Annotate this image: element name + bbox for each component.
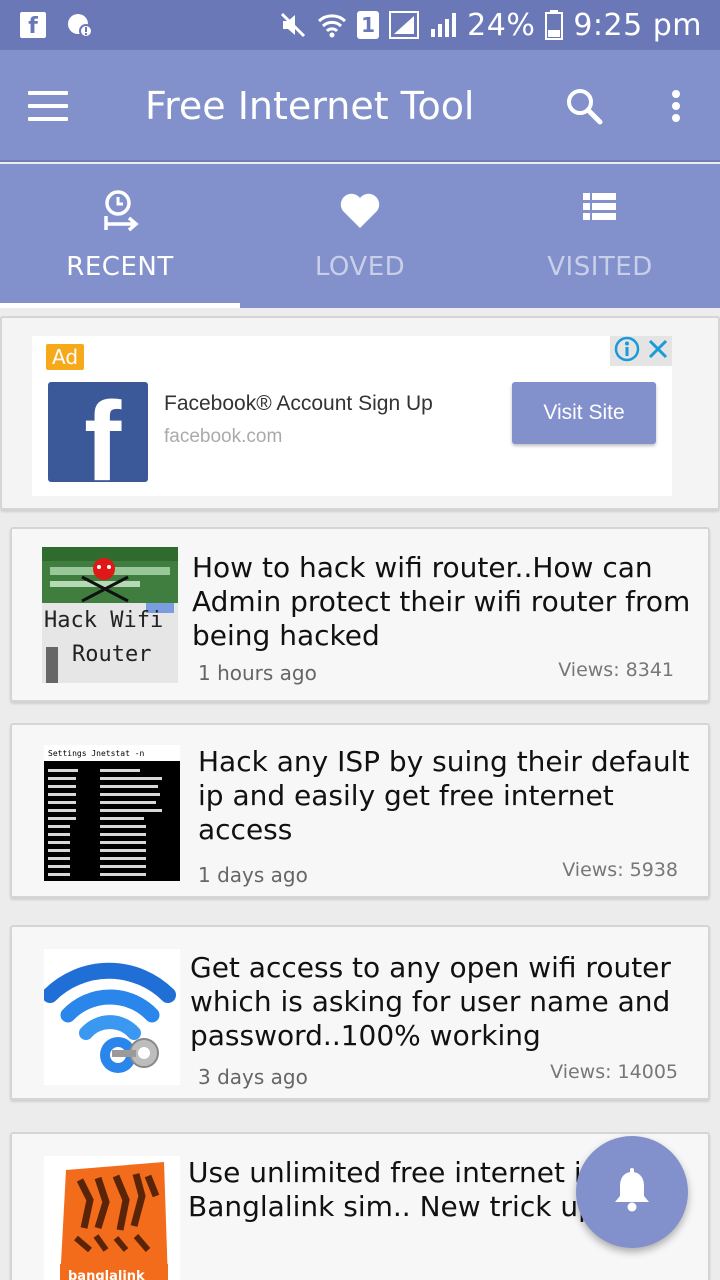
- close-icon[interactable]: [647, 338, 669, 364]
- signal-icon-sim1: [389, 11, 420, 39]
- battery-icon: [545, 10, 564, 40]
- search-icon[interactable]: [564, 86, 604, 126]
- ad-badge: Ad: [46, 344, 85, 370]
- facebook-notification-icon: f: [20, 12, 46, 38]
- visit-site-button[interactable]: Visit Site: [512, 382, 656, 444]
- ad-content[interactable]: Ad f Facebook® Account Sign Up facebook.…: [32, 336, 672, 496]
- bell-icon: [612, 1168, 652, 1216]
- post-time: 1 hours ago: [198, 661, 317, 685]
- notification-settings-icon: [66, 11, 94, 39]
- thumbnail-caption: Settings Jnetstat -n: [48, 749, 145, 758]
- notification-bell-button[interactable]: [576, 1136, 688, 1248]
- tab-loved[interactable]: LOVED: [240, 164, 480, 308]
- sim-slot-icon: 1: [357, 11, 380, 39]
- ad-title[interactable]: Facebook® Account Sign Up: [164, 392, 433, 416]
- post-title[interactable]: How to hack wifi router..How can Admin p…: [192, 551, 690, 653]
- post-time: 3 days ago: [198, 1065, 308, 1089]
- app-bar: Free Internet Tool: [0, 50, 720, 162]
- post-thumbnail: Settings Jnetstat -n: [44, 745, 180, 881]
- thumbnail-caption: Router: [72, 642, 151, 667]
- signal-icon-sim2: [429, 11, 457, 39]
- thumbnail-caption: banglalink: [68, 1269, 145, 1280]
- mute-icon: [279, 11, 307, 39]
- thumbnail-caption: Hack Wifi: [44, 608, 163, 633]
- tab-bar: RECENT LOVED VISITED: [0, 164, 720, 308]
- wifi-icon: [317, 11, 347, 39]
- clock-arrow-icon: [0, 188, 240, 236]
- app-title: Free Internet Tool: [145, 84, 475, 128]
- list-item[interactable]: Hack Wifi Router How to hack wifi router…: [10, 527, 710, 702]
- tab-visited[interactable]: VISITED: [480, 164, 720, 308]
- tab-visited-label: VISITED: [547, 252, 653, 282]
- info-icon[interactable]: [614, 336, 640, 366]
- list-icon: [480, 188, 720, 228]
- tab-active-indicator: [0, 303, 240, 308]
- ad-choices[interactable]: [610, 336, 672, 366]
- ad-banner[interactable]: Ad f Facebook® Account Sign Up facebook.…: [0, 316, 720, 510]
- post-thumbnail: Hack Wifi Router: [42, 547, 178, 683]
- list-item[interactable]: Settings Jnetstat -n Hack any ISP by sui…: [10, 723, 710, 898]
- more-options-icon[interactable]: [660, 86, 692, 126]
- battery-percentage: 24%: [467, 7, 536, 43]
- tab-recent-label: RECENT: [66, 252, 174, 282]
- menu-icon[interactable]: [28, 91, 68, 121]
- heart-icon: [240, 188, 480, 232]
- post-views: Views: 8341: [558, 659, 674, 681]
- tab-recent[interactable]: RECENT: [0, 164, 240, 308]
- post-thumbnail: banglalink: [44, 1156, 180, 1280]
- post-title[interactable]: Hack any ISP by suing their default ip a…: [198, 745, 708, 847]
- facebook-logo: f: [48, 382, 148, 482]
- list-item[interactable]: Get access to any open wifi router which…: [10, 925, 710, 1100]
- post-title[interactable]: Use unlimited free internet ir Banglalin…: [188, 1156, 588, 1224]
- ad-domain: facebook.com: [164, 426, 283, 447]
- status-bar: f 1 24% 9:25 pm: [0, 0, 720, 50]
- post-thumbnail: [44, 949, 180, 1085]
- tab-loved-label: LOVED: [314, 252, 406, 282]
- post-time: 1 days ago: [198, 863, 308, 887]
- post-views: Views: 5938: [562, 859, 678, 881]
- post-views: Views: 14005: [550, 1061, 678, 1083]
- clock: 9:25 pm: [573, 7, 702, 43]
- post-title[interactable]: Get access to any open wifi router which…: [190, 951, 671, 1053]
